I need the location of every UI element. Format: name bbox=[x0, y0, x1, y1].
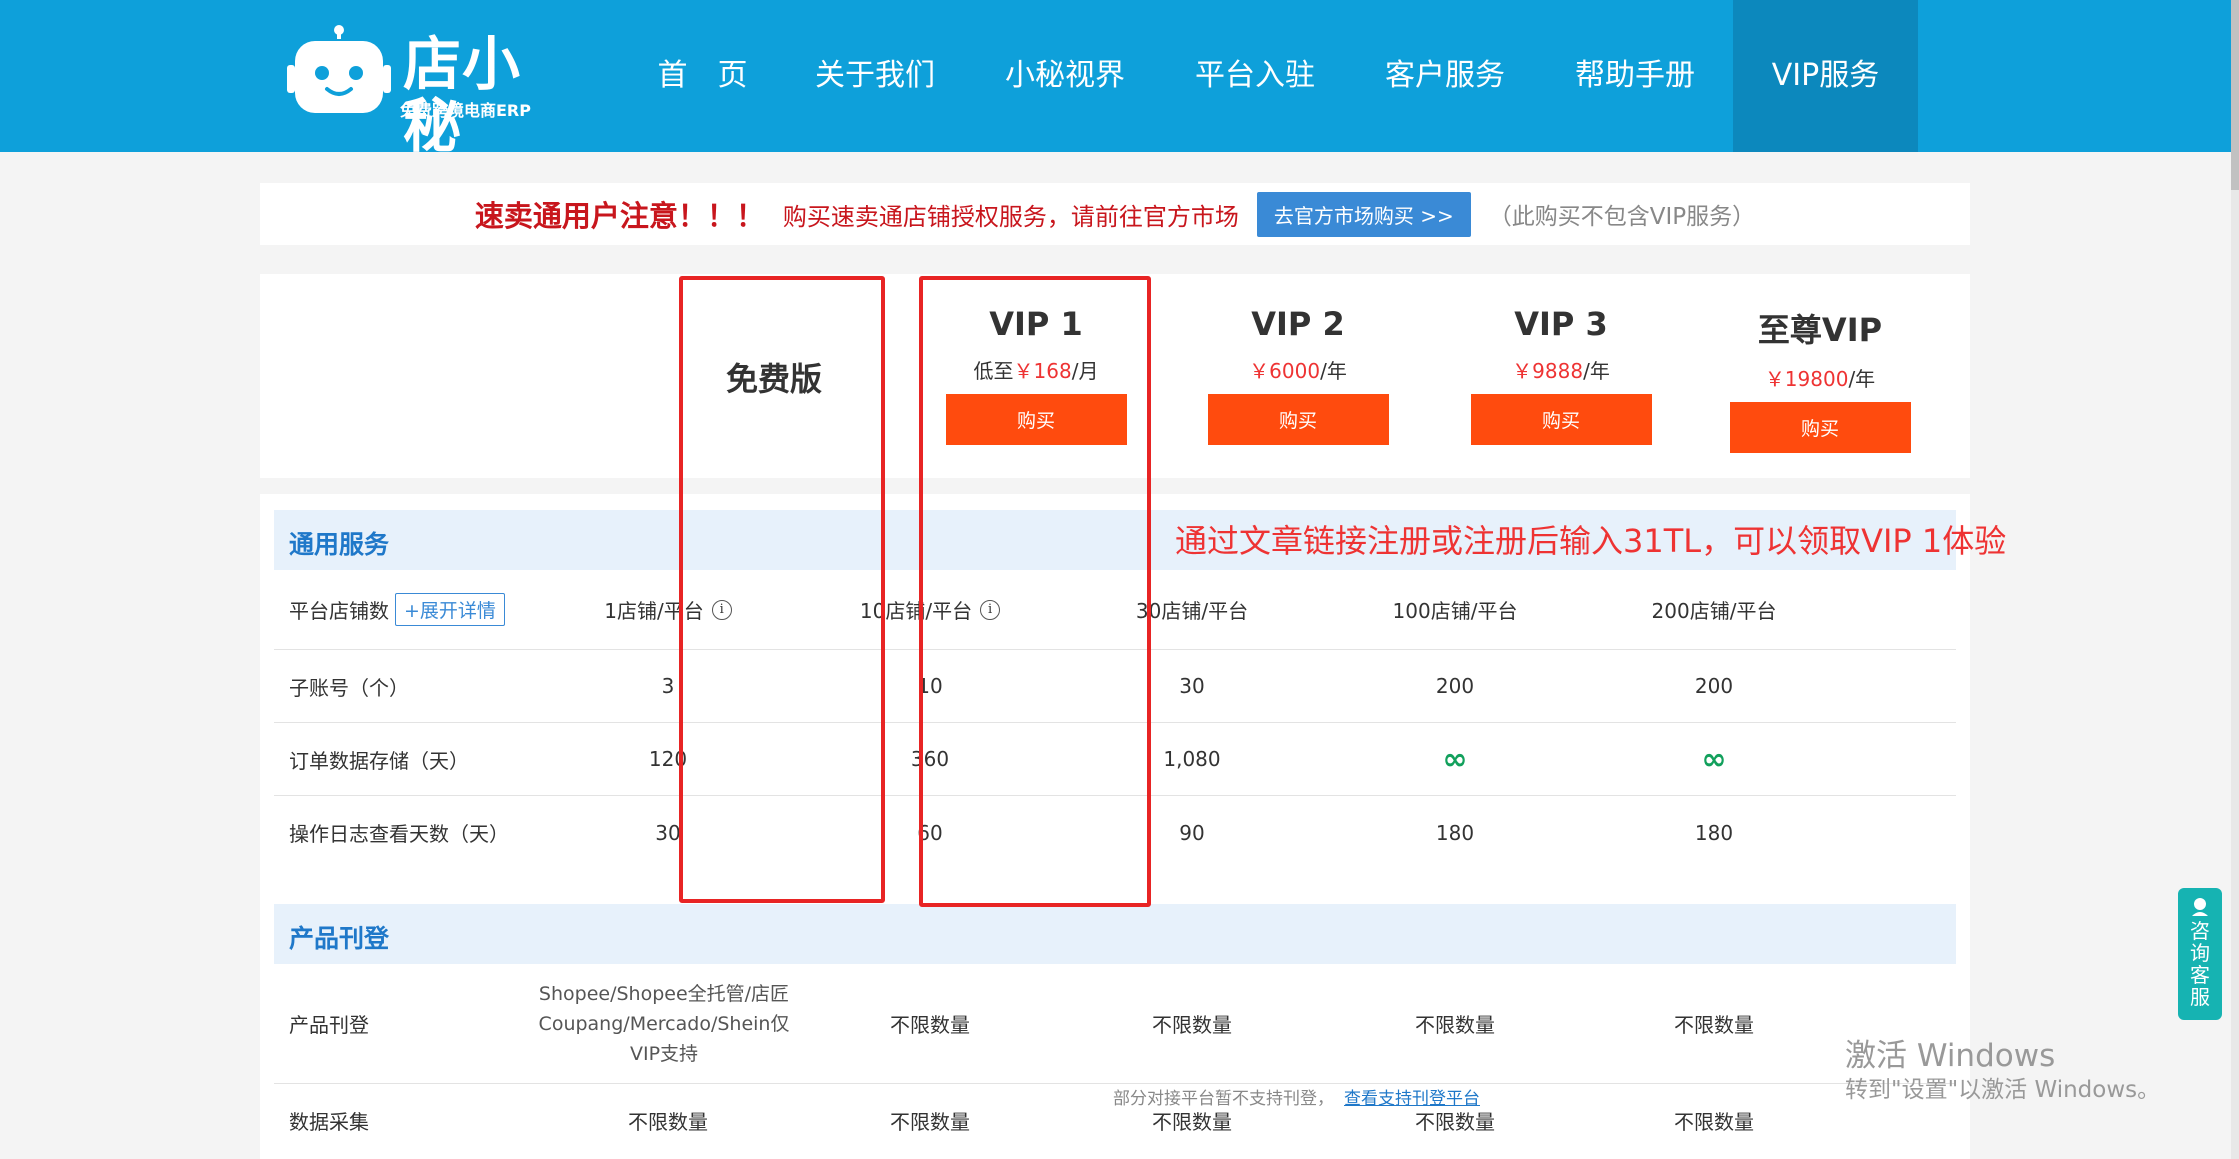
price-unit: /年 bbox=[1848, 367, 1876, 391]
aliexpress-notice: 速卖通用户注意！！！ 购买速卖通店铺授权服务，请前往官方市场 去官方市场购买 >… bbox=[260, 183, 1970, 245]
table-cell: 不限数量 bbox=[890, 1013, 970, 1037]
price-amount: ￥19800 bbox=[1764, 367, 1849, 391]
nav-insights[interactable]: 小秘视界 bbox=[970, 0, 1160, 152]
row-label: 数据采集 bbox=[289, 1110, 369, 1134]
promo-annotation: 通过文章链接注册或注册后输入31TL，可以领取VIP 1体验 bbox=[1175, 522, 2007, 560]
nav-customer-service[interactable]: 客户服务 bbox=[1350, 0, 1540, 152]
row-label: 子账号（个） bbox=[289, 675, 409, 700]
price-amount: ￥9888 bbox=[1512, 359, 1584, 383]
main-nav: 首 页 关于我们 小秘视界 平台入驻 客户服务 帮助手册 VIP服务 bbox=[625, 0, 1918, 152]
brand-tagline: 免费跨境电商ERP bbox=[400, 101, 531, 120]
table-cell: 100店铺/平台 bbox=[1392, 599, 1518, 623]
notice-title: 速卖通用户注意！！！ bbox=[474, 199, 765, 233]
row-label: 操作日志查看天数（天） bbox=[289, 822, 509, 846]
headset-icon bbox=[2192, 898, 2208, 916]
table-cell: 不限数量 bbox=[1674, 1013, 1754, 1037]
plan-vip2: VIP 2 ￥6000/年 购买 bbox=[1198, 305, 1398, 445]
nav-home[interactable]: 首 页 bbox=[625, 0, 780, 152]
nav-platform-join[interactable]: 平台入驻 bbox=[1160, 0, 1350, 152]
note-text: 部分对接平台暂不支持刊登， bbox=[1113, 1089, 1334, 1109]
highlight-box-vip1 bbox=[919, 276, 1151, 907]
plan-vip3: VIP 3 ￥9888/年 购买 bbox=[1461, 305, 1661, 445]
table-cell: 不限数量 bbox=[1152, 1013, 1232, 1037]
table-cell: 不限数量 bbox=[628, 1110, 708, 1134]
expand-details-button[interactable]: +展开详情 bbox=[395, 593, 505, 626]
buy-button-vip3[interactable]: 购买 bbox=[1470, 394, 1652, 445]
plan-price: ￥6000/年 bbox=[1198, 355, 1398, 384]
plan-price: ￥9888/年 bbox=[1461, 355, 1661, 384]
nav-vip-service[interactable]: VIP服务 bbox=[1733, 0, 1918, 152]
customer-service-button[interactable]: 咨询客服 bbox=[2178, 888, 2222, 1020]
official-market-button[interactable]: 去官方市场购买 >> bbox=[1256, 191, 1471, 237]
highlight-box-free bbox=[679, 276, 885, 903]
table-cell: 不限数量 bbox=[1415, 1013, 1495, 1037]
listing-platform-note: 部分对接平台暂不支持刊登， 查看支持刊登平台 bbox=[1113, 1084, 1480, 1109]
table-cell: 不限数量 bbox=[1674, 1110, 1754, 1134]
plan-supreme-vip: 至尊VIP ￥19800/年 购买 bbox=[1720, 305, 1920, 453]
section-title: 产品刊登 bbox=[289, 924, 390, 953]
plan-price: ￥19800/年 bbox=[1720, 363, 1920, 392]
price-amount: ￥6000 bbox=[1249, 359, 1321, 383]
windows-activation-watermark-title: 激活 Windows bbox=[1845, 1038, 2056, 1074]
table-cell: 不限数量 bbox=[890, 1110, 970, 1134]
notice-note: （此购买不包含VIP服务） bbox=[1488, 204, 1756, 230]
plan-name: VIP 2 bbox=[1251, 305, 1345, 343]
notice-description: 购买速卖通店铺授权服务，请前往官方市场 bbox=[782, 202, 1239, 231]
section-header-listing: 产品刊登 bbox=[274, 904, 1956, 964]
table-cell: Shopee/Shopee全托管/店匠 Coupang/Mercado/Shei… bbox=[538, 982, 790, 1065]
supported-platforms-link[interactable]: 查看支持刊登平台 bbox=[1344, 1089, 1480, 1109]
robot-logo-icon bbox=[287, 25, 391, 113]
nav-about[interactable]: 关于我们 bbox=[780, 0, 970, 152]
infinity-icon: ∞ bbox=[1701, 741, 1727, 777]
row-label: 产品刊登 bbox=[289, 1013, 369, 1037]
table-cell: 200 bbox=[1694, 674, 1734, 698]
page-scrollbar[interactable] bbox=[2231, 0, 2239, 1159]
price-unit: /年 bbox=[1583, 359, 1610, 383]
row-label-text: 平台店铺数 bbox=[289, 599, 389, 623]
brand-name: 店小秘 bbox=[403, 30, 522, 160]
table-cell: 200 bbox=[1435, 674, 1475, 698]
table-cell: 180 bbox=[1694, 820, 1734, 845]
table-cell: 180 bbox=[1435, 820, 1475, 845]
plan-name: 至尊VIP bbox=[1757, 311, 1883, 349]
nav-help-manual[interactable]: 帮助手册 bbox=[1540, 0, 1730, 152]
table-row: 产品刊登 Shopee/Shopee全托管/店匠 Coupang/Mercado… bbox=[274, 964, 1956, 1084]
infinity-icon: ∞ bbox=[1442, 741, 1468, 777]
price-unit: /年 bbox=[1320, 359, 1347, 383]
site-logo[interactable]: 店小秘 免费跨境电商ERP bbox=[287, 25, 547, 157]
row-label: 订单数据存储（天） bbox=[289, 748, 469, 773]
section-title: 通用服务 bbox=[289, 530, 390, 559]
top-navbar: 店小秘 免费跨境电商ERP 首 页 关于我们 小秘视界 平台入驻 客户服务 帮助… bbox=[0, 0, 2239, 157]
buy-button-supreme-vip[interactable]: 购买 bbox=[1729, 402, 1911, 453]
plan-name: VIP 3 bbox=[1514, 305, 1608, 343]
buy-button-vip2[interactable]: 购买 bbox=[1207, 394, 1389, 445]
customer-service-label: 咨询客服 bbox=[2190, 919, 2210, 1009]
row-label: 平台店铺数 +展开详情 bbox=[289, 570, 505, 649]
windows-activation-watermark-subtitle: 转到"设置"以激活 Windows。 bbox=[1845, 1077, 2161, 1103]
table-cell: 200店铺/平台 bbox=[1651, 599, 1777, 623]
scrollbar-thumb[interactable] bbox=[2231, 0, 2239, 190]
